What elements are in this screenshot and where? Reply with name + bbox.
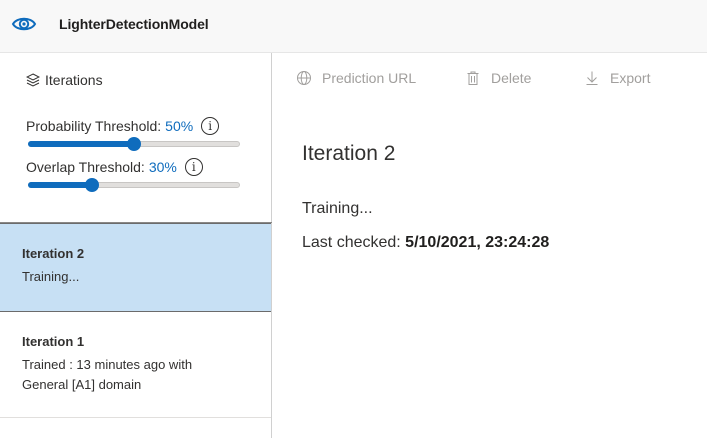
iteration-list-item-2[interactable]: Iteration 2 Training...: [0, 223, 271, 312]
slider-thumb[interactable]: [127, 137, 141, 151]
globe-icon: [297, 71, 311, 85]
slider-fill: [28, 141, 134, 147]
iteration-status: Training...: [22, 269, 80, 284]
overlap-threshold-text: Overlap Threshold:: [26, 159, 145, 175]
divider: [0, 417, 271, 418]
last-checked-label: Last checked:: [302, 234, 406, 251]
project-title[interactable]: LighterDetectionModel: [59, 16, 209, 32]
export-label: Export: [610, 70, 651, 86]
delete-button[interactable]: Delete: [465, 70, 531, 86]
iterations-heading: Iterations: [26, 72, 103, 88]
overlap-threshold-value: 30%: [148, 159, 177, 175]
prediction-url-label: Prediction URL: [322, 70, 417, 86]
last-checked-value: 5/10/2021, 23:24:28: [405, 234, 550, 251]
probability-threshold-value: 50%: [165, 118, 194, 134]
iteration-name: Iteration 1: [22, 334, 85, 349]
toolbar: Prediction URL Delete Export: [272, 53, 707, 108]
eye-icon: [11, 13, 37, 35]
iteration-name: Iteration 2: [22, 246, 85, 261]
iterations-heading-label: Iterations: [45, 72, 103, 88]
iteration-status: Trained : 13 minutes ago with General [A…: [22, 357, 193, 392]
export-button[interactable]: Export: [584, 70, 650, 86]
overlap-threshold-slider[interactable]: [28, 177, 240, 193]
download-icon: [586, 71, 598, 85]
info-icon[interactable]: i: [184, 158, 203, 176]
delete-label: Delete: [491, 70, 532, 86]
prediction-url-button[interactable]: Prediction URL: [296, 70, 416, 86]
top-bar: LighterDetectionModel: [0, 0, 707, 53]
slider-fill: [28, 182, 92, 188]
overlap-threshold-label: Overlap Threshold: 30% i: [26, 158, 203, 176]
iteration-status-text: Training...: [302, 200, 373, 217]
probability-threshold-text: Probability Threshold:: [26, 118, 162, 134]
last-checked: Last checked: 5/10/2021, 23:24:28: [302, 234, 549, 252]
slider-thumb[interactable]: [84, 178, 99, 192]
iterations-sidebar: Iterations Probability Threshold: 50% i …: [0, 53, 272, 438]
layers-icon: [26, 73, 40, 87]
info-icon[interactable]: i: [201, 117, 220, 135]
probability-threshold-label: Probability Threshold: 50% i: [26, 117, 220, 135]
iteration-list-item-1[interactable]: Iteration 1 Trained : 13 minutes ago wit…: [0, 312, 271, 417]
trash-icon: [467, 71, 479, 85]
iteration-detail-panel: Prediction URL Delete Export Iteration 2…: [272, 53, 707, 438]
probability-threshold-slider[interactable]: [28, 136, 240, 152]
iteration-title: Iteration 2: [302, 142, 396, 165]
